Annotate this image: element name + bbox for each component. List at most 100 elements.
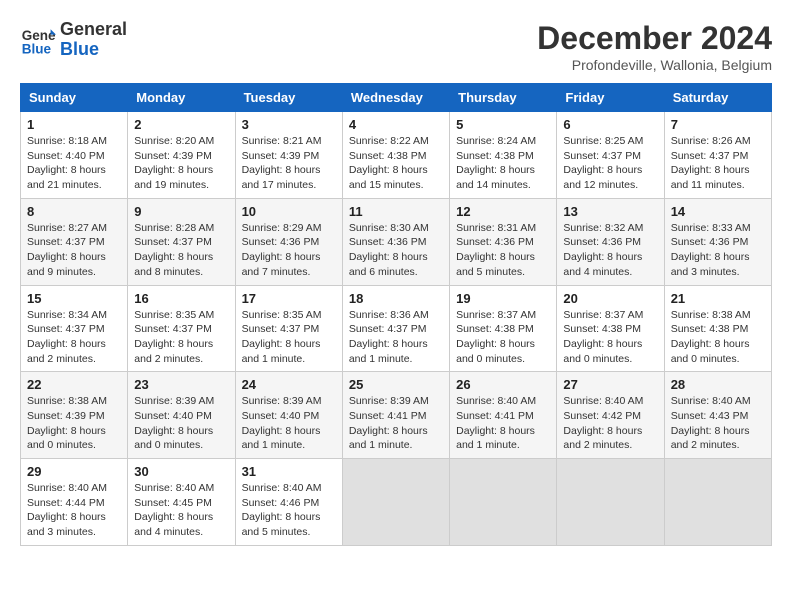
day-number: 15 xyxy=(27,291,121,306)
sunset-time: Sunset: 4:39 PM xyxy=(27,410,105,422)
calendar-week-row: 1 Sunrise: 8:18 AM Sunset: 4:40 PM Dayli… xyxy=(21,112,772,199)
sunset-time: Sunset: 4:37 PM xyxy=(134,323,212,335)
day-number: 3 xyxy=(242,117,336,132)
day-info: Sunrise: 8:20 AM Sunset: 4:39 PM Dayligh… xyxy=(134,134,228,193)
day-number: 26 xyxy=(456,377,550,392)
day-info: Sunrise: 8:39 AM Sunset: 4:40 PM Dayligh… xyxy=(242,394,336,453)
day-info: Sunrise: 8:25 AM Sunset: 4:37 PM Dayligh… xyxy=(563,134,657,193)
calendar-day-cell: 26 Sunrise: 8:40 AM Sunset: 4:41 PM Dayl… xyxy=(450,372,557,459)
sunrise-time: Sunrise: 8:36 AM xyxy=(349,309,429,321)
day-number: 23 xyxy=(134,377,228,392)
day-info: Sunrise: 8:24 AM Sunset: 4:38 PM Dayligh… xyxy=(456,134,550,193)
day-number: 8 xyxy=(27,204,121,219)
day-info: Sunrise: 8:40 AM Sunset: 4:46 PM Dayligh… xyxy=(242,481,336,540)
calendar-day-cell: 7 Sunrise: 8:26 AM Sunset: 4:37 PM Dayli… xyxy=(664,112,771,199)
title-block: December 2024 Profondeville, Wallonia, B… xyxy=(537,20,772,73)
daylight-hours: Daylight: 8 hours and 1 minute. xyxy=(242,338,321,365)
calendar-day-cell: 22 Sunrise: 8:38 AM Sunset: 4:39 PM Dayl… xyxy=(21,372,128,459)
logo-blue-text: Blue xyxy=(60,40,127,60)
col-monday: Monday xyxy=(128,84,235,112)
calendar-day-cell: 14 Sunrise: 8:33 AM Sunset: 4:36 PM Dayl… xyxy=(664,198,771,285)
day-info: Sunrise: 8:37 AM Sunset: 4:38 PM Dayligh… xyxy=(563,308,657,367)
sunset-time: Sunset: 4:46 PM xyxy=(242,497,320,509)
day-number: 13 xyxy=(563,204,657,219)
sunrise-time: Sunrise: 8:21 AM xyxy=(242,135,322,147)
daylight-hours: Daylight: 8 hours and 1 minute. xyxy=(349,425,428,452)
daylight-hours: Daylight: 8 hours and 0 minutes. xyxy=(134,425,213,452)
sunset-time: Sunset: 4:38 PM xyxy=(671,323,749,335)
day-number: 24 xyxy=(242,377,336,392)
sunrise-time: Sunrise: 8:39 AM xyxy=(349,395,429,407)
day-info: Sunrise: 8:40 AM Sunset: 4:45 PM Dayligh… xyxy=(134,481,228,540)
calendar-day-cell xyxy=(450,459,557,546)
sunset-time: Sunset: 4:37 PM xyxy=(563,150,641,162)
calendar-week-row: 8 Sunrise: 8:27 AM Sunset: 4:37 PM Dayli… xyxy=(21,198,772,285)
day-info: Sunrise: 8:30 AM Sunset: 4:36 PM Dayligh… xyxy=(349,221,443,280)
sunset-time: Sunset: 4:36 PM xyxy=(349,236,427,248)
calendar-day-cell: 28 Sunrise: 8:40 AM Sunset: 4:43 PM Dayl… xyxy=(664,372,771,459)
daylight-hours: Daylight: 8 hours and 5 minutes. xyxy=(456,251,535,278)
day-number: 27 xyxy=(563,377,657,392)
daylight-hours: Daylight: 8 hours and 0 minutes. xyxy=(563,338,642,365)
calendar-day-cell: 9 Sunrise: 8:28 AM Sunset: 4:37 PM Dayli… xyxy=(128,198,235,285)
day-number: 29 xyxy=(27,464,121,479)
sunset-time: Sunset: 4:37 PM xyxy=(27,323,105,335)
day-number: 2 xyxy=(134,117,228,132)
day-info: Sunrise: 8:26 AM Sunset: 4:37 PM Dayligh… xyxy=(671,134,765,193)
calendar-day-cell: 31 Sunrise: 8:40 AM Sunset: 4:46 PM Dayl… xyxy=(235,459,342,546)
calendar-day-cell: 3 Sunrise: 8:21 AM Sunset: 4:39 PM Dayli… xyxy=(235,112,342,199)
daylight-hours: Daylight: 8 hours and 15 minutes. xyxy=(349,164,428,191)
day-number: 22 xyxy=(27,377,121,392)
sunset-time: Sunset: 4:37 PM xyxy=(671,150,749,162)
calendar-day-cell xyxy=(342,459,449,546)
day-info: Sunrise: 8:39 AM Sunset: 4:40 PM Dayligh… xyxy=(134,394,228,453)
calendar-day-cell: 29 Sunrise: 8:40 AM Sunset: 4:44 PM Dayl… xyxy=(21,459,128,546)
daylight-hours: Daylight: 8 hours and 4 minutes. xyxy=(563,251,642,278)
daylight-hours: Daylight: 8 hours and 3 minutes. xyxy=(671,251,750,278)
subtitle: Profondeville, Wallonia, Belgium xyxy=(537,57,772,73)
day-info: Sunrise: 8:40 AM Sunset: 4:41 PM Dayligh… xyxy=(456,394,550,453)
sunset-time: Sunset: 4:38 PM xyxy=(456,150,534,162)
day-number: 6 xyxy=(563,117,657,132)
sunset-time: Sunset: 4:44 PM xyxy=(27,497,105,509)
calendar-week-row: 29 Sunrise: 8:40 AM Sunset: 4:44 PM Dayl… xyxy=(21,459,772,546)
day-info: Sunrise: 8:37 AM Sunset: 4:38 PM Dayligh… xyxy=(456,308,550,367)
col-tuesday: Tuesday xyxy=(235,84,342,112)
sunset-time: Sunset: 4:37 PM xyxy=(349,323,427,335)
day-number: 10 xyxy=(242,204,336,219)
daylight-hours: Daylight: 8 hours and 5 minutes. xyxy=(242,511,321,538)
daylight-hours: Daylight: 8 hours and 19 minutes. xyxy=(134,164,213,191)
day-info: Sunrise: 8:33 AM Sunset: 4:36 PM Dayligh… xyxy=(671,221,765,280)
sunset-time: Sunset: 4:36 PM xyxy=(242,236,320,248)
sunrise-time: Sunrise: 8:37 AM xyxy=(456,309,536,321)
calendar-day-cell: 25 Sunrise: 8:39 AM Sunset: 4:41 PM Dayl… xyxy=(342,372,449,459)
calendar-day-cell: 5 Sunrise: 8:24 AM Sunset: 4:38 PM Dayli… xyxy=(450,112,557,199)
day-info: Sunrise: 8:27 AM Sunset: 4:37 PM Dayligh… xyxy=(27,221,121,280)
calendar-week-row: 15 Sunrise: 8:34 AM Sunset: 4:37 PM Dayl… xyxy=(21,285,772,372)
sunrise-time: Sunrise: 8:28 AM xyxy=(134,222,214,234)
day-info: Sunrise: 8:35 AM Sunset: 4:37 PM Dayligh… xyxy=(134,308,228,367)
calendar-day-cell: 1 Sunrise: 8:18 AM Sunset: 4:40 PM Dayli… xyxy=(21,112,128,199)
calendar-day-cell: 23 Sunrise: 8:39 AM Sunset: 4:40 PM Dayl… xyxy=(128,372,235,459)
calendar-day-cell: 10 Sunrise: 8:29 AM Sunset: 4:36 PM Dayl… xyxy=(235,198,342,285)
day-number: 4 xyxy=(349,117,443,132)
sunrise-time: Sunrise: 8:33 AM xyxy=(671,222,751,234)
daylight-hours: Daylight: 8 hours and 4 minutes. xyxy=(134,511,213,538)
day-info: Sunrise: 8:28 AM Sunset: 4:37 PM Dayligh… xyxy=(134,221,228,280)
day-number: 21 xyxy=(671,291,765,306)
daylight-hours: Daylight: 8 hours and 21 minutes. xyxy=(27,164,106,191)
sunrise-time: Sunrise: 8:27 AM xyxy=(27,222,107,234)
col-wednesday: Wednesday xyxy=(342,84,449,112)
sunrise-time: Sunrise: 8:39 AM xyxy=(134,395,214,407)
col-sunday: Sunday xyxy=(21,84,128,112)
day-number: 14 xyxy=(671,204,765,219)
sunrise-time: Sunrise: 8:40 AM xyxy=(134,482,214,494)
sunrise-time: Sunrise: 8:35 AM xyxy=(134,309,214,321)
daylight-hours: Daylight: 8 hours and 2 minutes. xyxy=(134,338,213,365)
sunrise-time: Sunrise: 8:40 AM xyxy=(456,395,536,407)
day-info: Sunrise: 8:29 AM Sunset: 4:36 PM Dayligh… xyxy=(242,221,336,280)
day-info: Sunrise: 8:39 AM Sunset: 4:41 PM Dayligh… xyxy=(349,394,443,453)
calendar-day-cell xyxy=(557,459,664,546)
day-number: 25 xyxy=(349,377,443,392)
daylight-hours: Daylight: 8 hours and 7 minutes. xyxy=(242,251,321,278)
